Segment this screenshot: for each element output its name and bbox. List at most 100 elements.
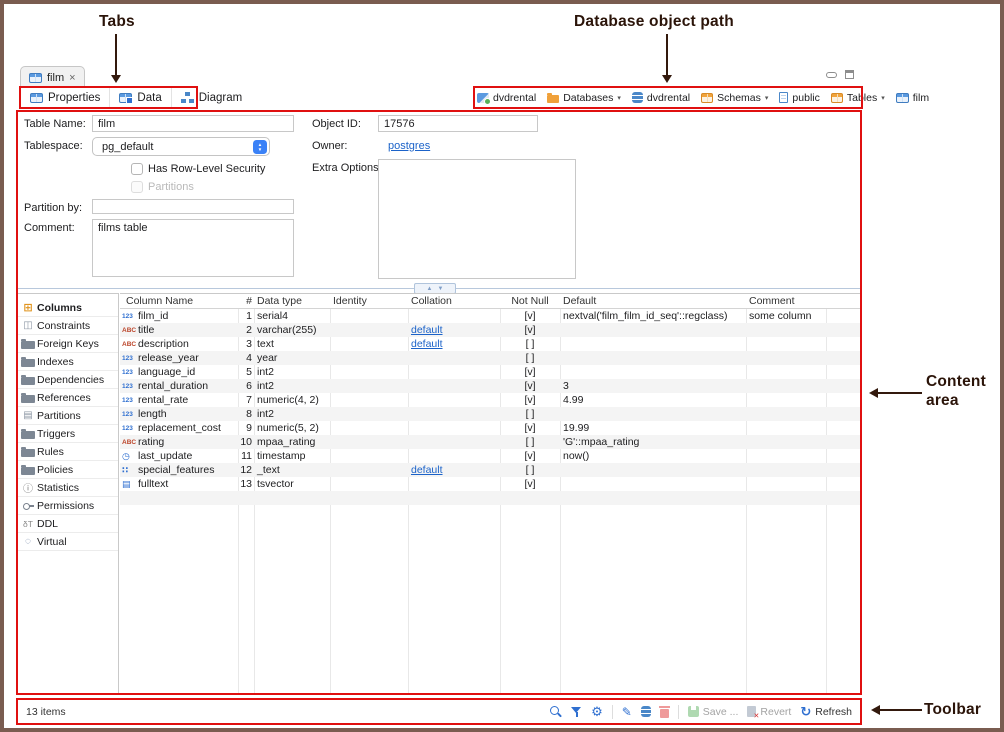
table-row[interactable]: replacement_cost 9 numeric(5, 2) [v] 19.… [120,421,860,435]
comment-field[interactable]: films table [92,219,294,277]
column-header-collation[interactable]: Collation [408,294,500,308]
stepper-icon[interactable] [253,140,267,154]
sidebar-item-virtual[interactable]: Virtual [18,533,118,551]
table-row[interactable] [120,491,860,505]
search-button[interactable] [550,706,562,718]
not-null-cell: [v] [500,309,560,323]
close-icon[interactable]: × [69,72,75,84]
collation-link[interactable]: default [411,338,443,350]
chevron-down-icon[interactable]: ▾ [881,94,885,102]
folder-icon [21,467,35,475]
partitions-checkbox[interactable] [131,181,143,193]
table-row[interactable]: title 2 varchar(255) default [v] [120,323,860,337]
revert-button[interactable]: Revert [747,706,791,718]
chevron-down-icon[interactable]: ▾ [765,94,769,102]
sidebar-item-references[interactable]: References [18,389,118,407]
page-icon [779,92,788,103]
grid-rows: film_id 1 serial4 [v] nextval('film_film… [120,309,860,505]
column-header-comment[interactable]: Comment [746,294,826,308]
save-button[interactable]: Save ... [688,706,739,718]
table-name-field[interactable] [92,115,294,132]
comment-cell [746,393,826,407]
table-row[interactable]: description 3 text default [ ] [120,337,860,351]
breadcrumb-schemas[interactable]: Schemas ▾ [701,92,768,104]
not-null-cell: [v] [500,365,560,379]
table-row[interactable]: film_id 1 serial4 [v] nextval('film_film… [120,309,860,323]
has-rls-checkbox[interactable] [131,163,143,175]
toolbar: 13 items Save ... Revert Refresh [16,698,862,725]
sidebar-item-constraints[interactable]: Constraints [18,317,118,335]
object-id-field[interactable] [378,115,538,132]
sidebar-item-statistics[interactable]: Statistics [18,479,118,497]
clock-icon [122,451,138,462]
table-row[interactable]: last_update 11 timestamp [v] now() [120,449,860,463]
filter-button[interactable] [571,706,582,718]
table-row[interactable]: rating 10 mpaa_rating [ ] 'G'::mpaa_rati… [120,435,860,449]
breadcrumb-database[interactable]: dvdrental [632,92,690,104]
sidebar-item-foreign-keys[interactable]: Foreign Keys [18,335,118,353]
sidebar-item-policies[interactable]: Policies [18,461,118,479]
column-name-cell: rental_rate [138,394,188,406]
column-header-default[interactable]: Default [560,294,746,308]
owner-link[interactable]: postgres [388,140,430,152]
collation-link[interactable]: default [411,324,443,336]
refresh-button[interactable]: Refresh [800,704,852,720]
breadcrumb-label: Schemas [717,92,761,104]
table-row[interactable]: rental_rate 7 numeric(4, 2) [v] 4.99 [120,393,860,407]
database-button[interactable] [641,706,651,717]
column-header-identity[interactable]: Identity [330,294,408,308]
identity-cell [330,309,408,323]
column-header-data-type[interactable]: Data type [254,294,330,308]
breadcrumb-schema[interactable]: public [779,92,819,104]
table-row[interactable]: special_features 12 _text default [ ] [120,463,860,477]
ordinal-cell [238,491,254,505]
ordinal-cell: 6 [238,379,254,393]
breadcrumb-databases[interactable]: Databases ▾ [547,92,621,104]
breadcrumb-label: film [913,92,929,104]
maximize-icon[interactable] [845,70,854,79]
breadcrumb-label: public [792,92,819,104]
identity-cell [330,435,408,449]
table-row[interactable]: rental_duration 6 int2 [v] 3 [120,379,860,393]
edit-button[interactable] [622,705,632,719]
chevron-down-icon[interactable]: ▾ [617,94,621,102]
breadcrumb-table[interactable]: film [896,92,929,104]
tab-properties[interactable]: Properties [21,88,110,107]
table-row[interactable]: length 8 int2 [ ] [120,407,860,421]
tab-diagram[interactable]: Diagram [172,88,251,107]
tab-data[interactable]: Data [110,88,171,107]
partition-by-field[interactable] [92,199,294,214]
refresh-icon [800,704,811,720]
database-icon [641,706,651,717]
breadcrumb-tables[interactable]: Tables ▾ [831,92,885,104]
sidebar-item-rules[interactable]: Rules [18,443,118,461]
not-null-cell: [v] [500,393,560,407]
sidebar-item-partitions[interactable]: Partitions [18,407,118,425]
column-header-not-null[interactable]: Not Null [500,294,560,308]
table-o-icon [831,93,843,103]
settings-button[interactable] [591,704,603,720]
sidebar-item-indexes[interactable]: Indexes [18,353,118,371]
table-row[interactable]: fulltext 13 tsvector [v] [120,477,860,491]
breadcrumb-connection[interactable]: dvdrental [477,92,536,104]
column-header-name[interactable]: Column Name [120,294,238,308]
sidebar-item-dependencies[interactable]: Dependencies [18,371,118,389]
sidebar-item-columns[interactable]: Columns [18,299,118,317]
column-header-ordinal[interactable]: # [238,294,254,308]
delete-button[interactable] [660,706,669,718]
minimize-icon[interactable] [826,72,837,78]
tablespace-select[interactable]: pg_default [92,137,270,156]
extra-options-box[interactable] [378,159,576,279]
comment-cell [746,323,826,337]
ordinal-cell: 9 [238,421,254,435]
sidebar-item-triggers[interactable]: Triggers [18,425,118,443]
table-row[interactable]: language_id 5 int2 [v] [120,365,860,379]
pencil-icon [622,705,632,719]
table-row[interactable]: release_year 4 year [ ] [120,351,860,365]
sidebar-item-ddl[interactable]: DDL [18,515,118,533]
identity-cell [330,351,408,365]
editor-tab-film[interactable]: film × [20,66,85,88]
collation-link[interactable]: default [411,464,443,476]
grid-o-icon [701,93,713,103]
sidebar-item-permissions[interactable]: Permissions [18,497,118,515]
